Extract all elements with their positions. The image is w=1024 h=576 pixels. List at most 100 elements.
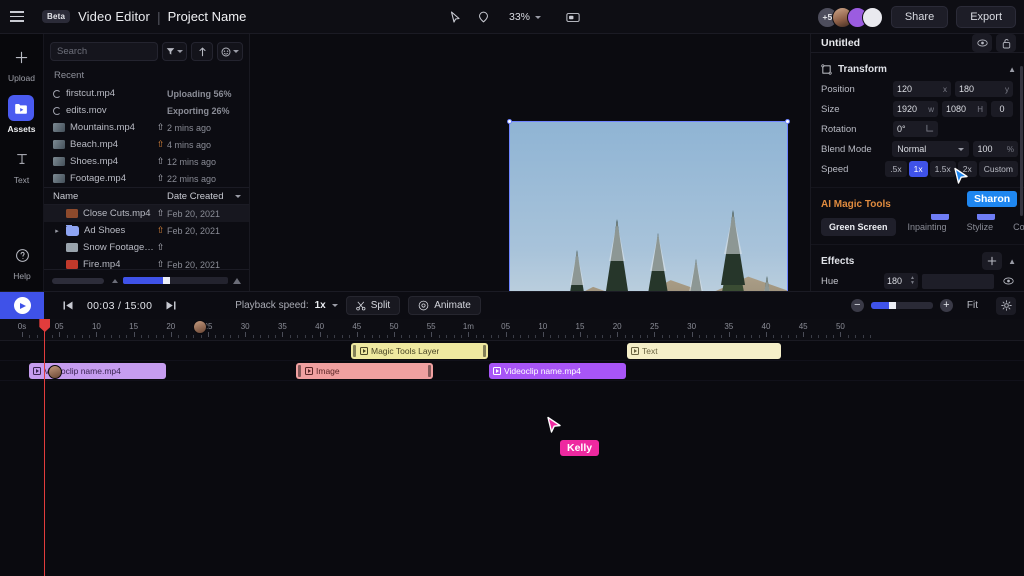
stepper-arrows-icon[interactable]: ▲▼ [910, 276, 915, 286]
timeline-track[interactable]: Videoclip name.mp4ImageVideoclip name.mp… [0, 361, 1024, 381]
timeline-clip[interactable]: Text [627, 343, 781, 359]
clip-trim-handle-left[interactable] [353, 345, 356, 357]
clip-trim-handle-left[interactable] [298, 365, 301, 377]
blend-mode-select[interactable]: Normal [892, 141, 969, 157]
list-item[interactable]: firstcut.mp4Uploading 56% [44, 85, 249, 102]
list-item[interactable]: Mountains.mp4⇧2 mins ago [44, 119, 249, 136]
sidebar-item-text[interactable]: Text [9, 146, 35, 185]
speed-option-1x[interactable]: 1x [909, 161, 928, 177]
list-item[interactable]: edits.movExporting 26% [44, 102, 249, 119]
play-button[interactable] [0, 292, 44, 320]
skip-next-icon[interactable] [165, 300, 177, 311]
timeline-track[interactable]: Magic Tools Layer Text [0, 341, 1024, 361]
top-bar: Beta Video Editor | Project Name 33% +5 [0, 0, 1024, 34]
skip-previous-icon[interactable] [62, 300, 74, 311]
resize-handle-top-right[interactable] [785, 119, 790, 124]
position-x-field[interactable]: 120 x [893, 81, 951, 97]
collaborator-avatars[interactable]: +5 [817, 7, 883, 28]
size-width-field[interactable]: 1920 w [893, 101, 938, 117]
collapse-chevron-icon[interactable]: ▲ [1008, 65, 1016, 74]
filter-button[interactable] [162, 42, 187, 61]
properties-scrollbar[interactable] [1020, 66, 1023, 216]
file-list[interactable]: Close Cuts.mp4⇧Feb 20, 2021▸Ad Shoes⇧Feb… [44, 205, 249, 269]
clip-trim-handle-right[interactable] [428, 365, 431, 377]
timeline[interactable]: 0s05101520253035404550551m05101520253035… [0, 319, 1024, 576]
file-row[interactable]: Close Cuts.mp4⇧Feb 20, 2021 [44, 205, 249, 222]
timeline-zoom-slider[interactable] [871, 302, 933, 309]
clip-trim-handle-right[interactable] [483, 345, 486, 357]
project-name[interactable]: Project Name [168, 9, 247, 24]
collapse-chevron-icon[interactable]: ▲ [1008, 257, 1016, 266]
list-item[interactable]: Footage.mp4⇧22 mins ago [44, 170, 249, 187]
transform-icon [821, 64, 832, 75]
speed-option-15x[interactable]: 1.5x [930, 161, 956, 177]
eye-icon[interactable] [972, 34, 992, 52]
size-extra-field[interactable]: 0 [991, 101, 1013, 117]
list-item[interactable]: Beach.mp4⇧4 mins ago [44, 136, 249, 153]
ai-tool-tab-green-screen[interactable]: Green Screen [821, 218, 896, 236]
screen-capture-icon[interactable] [560, 6, 586, 28]
ai-tool-tab-inpainting[interactable]: Inpainting [900, 218, 955, 236]
file-row[interactable]: Fire.mp4⇧Feb 20, 2021 [44, 256, 249, 269]
timeline-clip[interactable]: Magic Tools Layer [351, 343, 488, 359]
slider-track[interactable] [123, 277, 228, 284]
gear-icon[interactable] [996, 297, 1016, 315]
rotation-field[interactable]: 0° [893, 121, 938, 137]
export-button[interactable]: Export [956, 6, 1016, 28]
thumbnail-size-slider[interactable] [112, 277, 241, 284]
timeline-ruler[interactable]: 0s05101520253035404550551m05101520253035… [0, 319, 1024, 341]
effect-value-stepper[interactable]: 180▲▼ [884, 273, 918, 289]
opacity-field[interactable]: 100 % [973, 141, 1018, 157]
speed-option-custom[interactable]: Custom [979, 161, 1018, 177]
layer-title[interactable]: Untitled [821, 37, 968, 49]
timeline-clip[interactable]: Image [296, 363, 433, 379]
speed-segmented-control[interactable]: .5x1x1.5x2xCustom [885, 161, 1018, 177]
animate-button[interactable]: Animate [408, 296, 481, 315]
column-header-name[interactable]: Name [53, 191, 167, 202]
playback-speed-control[interactable]: Playback speed: 1x [235, 300, 338, 311]
eye-icon[interactable] [998, 273, 1018, 290]
ai-tools-tabs[interactable]: Green ScreenInpaintingStylizeColorize [811, 214, 1024, 238]
share-button[interactable]: Share [891, 6, 948, 28]
search-input[interactable] [57, 46, 151, 57]
effect-slider[interactable] [922, 274, 994, 289]
fit-button[interactable]: Fit [960, 298, 985, 313]
speed-option-5x[interactable]: .5x [885, 161, 906, 177]
zoom-level-select[interactable]: 33% [502, 8, 548, 26]
timeline-tracks[interactable]: Magic Tools Layer TextVideoclip name.mp4 I… [0, 341, 1024, 381]
resize-handle-top-left[interactable] [507, 119, 512, 124]
split-button[interactable]: Split [346, 296, 400, 315]
position-y-field[interactable]: 180 y [955, 81, 1013, 97]
slider-knob[interactable] [163, 277, 170, 284]
playhead[interactable] [44, 319, 45, 576]
ai-tool-tab-stylize[interactable]: Stylize [959, 218, 1002, 236]
folder-row[interactable]: ▸Ad Shoes⇧Feb 20, 2021 [44, 222, 249, 239]
file-row[interactable]: Snow Footage.mp4⇧ [44, 239, 249, 256]
sidebar-item-assets[interactable]: Assets [8, 95, 36, 134]
hamburger-menu-icon[interactable] [0, 0, 34, 34]
cursor-arrow-icon[interactable] [442, 6, 468, 28]
list-item[interactable]: Shoes.mp4⇧12 mins ago [44, 153, 249, 170]
sidebar-item-upload[interactable]: Upload [8, 44, 35, 83]
ai-tool-tab-colorize[interactable]: Colorize [1005, 218, 1024, 236]
zoom-slider-knob[interactable] [889, 302, 896, 309]
column-header-date[interactable]: Date Created [167, 191, 241, 202]
timeline-clip[interactable]: Videoclip name.mp4 [489, 363, 626, 379]
effect-row[interactable]: Hue180▲▼ [811, 271, 1024, 291]
add-effect-button[interactable] [982, 252, 1002, 270]
avatar[interactable] [862, 7, 883, 28]
size-height-field[interactable]: 1080 H [942, 101, 987, 117]
transform-section-header[interactable]: Transform ▲ [811, 59, 1024, 79]
more-options-button[interactable] [217, 42, 243, 61]
plus-circle-icon[interactable]: + [940, 299, 953, 312]
preview-canvas[interactable]: SharonKelly [250, 34, 810, 291]
search-input-wrapper[interactable] [50, 42, 158, 61]
unlock-icon[interactable] [996, 34, 1016, 52]
upload-button[interactable] [191, 42, 213, 61]
minus-circle-icon[interactable]: − [851, 299, 864, 312]
time-display[interactable]: 00:03 / 15:00 [87, 300, 152, 312]
chevron-right-icon[interactable]: ▸ [53, 227, 61, 235]
hand-icon[interactable] [470, 6, 496, 28]
sidebar-item-help[interactable]: Help [9, 242, 35, 281]
horizontal-scrollbar[interactable] [52, 278, 104, 284]
